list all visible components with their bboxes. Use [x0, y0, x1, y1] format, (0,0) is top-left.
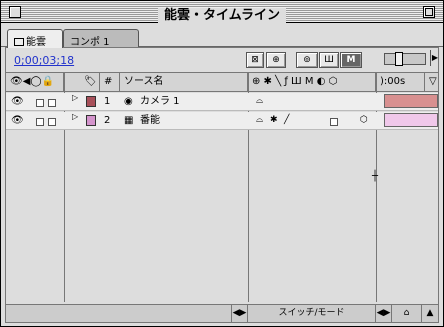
bottom-spacer — [6, 305, 232, 323]
footage-icon: ▦ — [124, 115, 134, 126]
snapshot-button[interactable]: ⊠ — [246, 52, 264, 68]
quality-switch-icon[interactable]: ╱ — [284, 112, 289, 129]
layer-label-color[interactable] — [86, 96, 96, 107]
layer-name[interactable]: カメラ 1 — [140, 93, 180, 110]
zoom-box[interactable] — [423, 6, 435, 18]
motion-blur-button[interactable]: M — [340, 52, 362, 68]
composition-icon — [14, 38, 24, 46]
switches-modes-toggle[interactable]: スイッチ/モード — [248, 305, 376, 323]
layer-duration-bar[interactable] — [384, 94, 438, 108]
panel-resize-arrows-icon[interactable]: ◀▶ — [232, 305, 248, 323]
layer-name[interactable]: 番能 — [140, 112, 160, 129]
switches-header: ⊕ ✱ ╲ ƒ Ш M ◐ ⬡ — [248, 73, 376, 91]
tab-active[interactable]: 能雲 — [7, 29, 63, 48]
camera-icon: ◉ — [124, 96, 133, 107]
audio-switch[interactable] — [36, 99, 44, 107]
shy-switch-icon[interactable]: ⌓ — [256, 93, 263, 110]
tab-bar: 能雲 コンポ 1 — [1, 24, 443, 48]
layer-row-2[interactable]: 👁 ▷ 2 ▦ 番能 ⌓ ✱ ╱ ⬡ — [6, 112, 438, 130]
number-header[interactable]: # — [100, 73, 120, 91]
zoom-slider-knob[interactable] — [395, 52, 403, 66]
expand-triangle-icon[interactable]: ▷ — [72, 93, 78, 102]
current-time-display[interactable]: 0;00;03;18 — [14, 54, 74, 67]
comp-marker-bin[interactable]: ▽ — [424, 73, 438, 91]
adjustment-switch[interactable] — [330, 118, 338, 126]
av-features-header: 👁◀◯🔒 — [6, 73, 64, 91]
shy-layers-button[interactable]: ⊚ — [296, 52, 318, 68]
layer-number: 2 — [104, 115, 111, 126]
column-header-row: 👁◀◯🔒 🏷 # ソース名 ⊕ ✱ ╲ ƒ Ш M ◐ ⬡ ):00s ▽ — [6, 72, 438, 92]
shy-switch-icon[interactable]: ⌓ — [256, 112, 263, 129]
tab-comp-1[interactable]: コンポ 1 — [63, 29, 139, 48]
source-name-header[interactable]: ソース名 — [120, 73, 248, 91]
zoom-out-mountain-icon[interactable]: ⌂ — [392, 305, 422, 323]
lock-switch[interactable] — [48, 118, 56, 126]
timeline-window: 能雲・タイムライン 能雲 コンポ 1 0;00;03;18 ⊠ ⊕ ⊚ Ш M … — [0, 0, 444, 327]
scroll-right-arrow[interactable]: ▶ — [430, 50, 439, 66]
tab-label: 能雲 — [26, 37, 46, 48]
collapse-switch-icon[interactable]: ✱ — [270, 112, 278, 129]
bottom-bar: ◀▶ スイッチ/モード ◀▶ ⌂ ▲ — [6, 304, 438, 323]
timeline-panel: 0;00;03;18 ⊠ ⊕ ⊚ Ш M ▶ 👁◀◯🔒 🏷 # ソース名 ⊕ ✱… — [5, 47, 439, 323]
video-switch-eye-icon[interactable]: 👁 — [11, 112, 24, 129]
time-ruler[interactable]: ):00s — [376, 73, 424, 91]
video-switch-eye-icon[interactable]: 👁 — [11, 93, 24, 110]
show-snapshot-button[interactable]: ⊕ — [266, 52, 286, 68]
zoom-slider[interactable] — [384, 52, 426, 66]
layer-row-1[interactable]: 👁 ▷ 1 ◉ カメラ 1 ⌓ — [6, 93, 438, 111]
layer-duration-bar[interactable] — [384, 113, 438, 127]
frame-blending-button[interactable]: Ш — [319, 52, 339, 68]
lock-switch[interactable] — [48, 99, 56, 107]
title-bar[interactable]: 能雲・タイムライン — [1, 1, 443, 23]
label-header[interactable]: 🏷 — [80, 73, 100, 91]
zoom-in-icon[interactable]: ▲ — [422, 305, 438, 323]
scroll-arrows-icon[interactable]: ◀▶ — [376, 305, 392, 323]
3d-layer-switch-icon[interactable]: ⬡ — [360, 112, 368, 129]
current-time-indicator[interactable]: ┼ — [372, 168, 378, 185]
layer-number: 1 — [104, 96, 111, 107]
expand-triangle-icon[interactable]: ▷ — [72, 112, 78, 121]
layer-label-color[interactable] — [86, 115, 96, 126]
window-title: 能雲・タイムライン — [1, 4, 443, 23]
audio-switch[interactable] — [36, 118, 44, 126]
